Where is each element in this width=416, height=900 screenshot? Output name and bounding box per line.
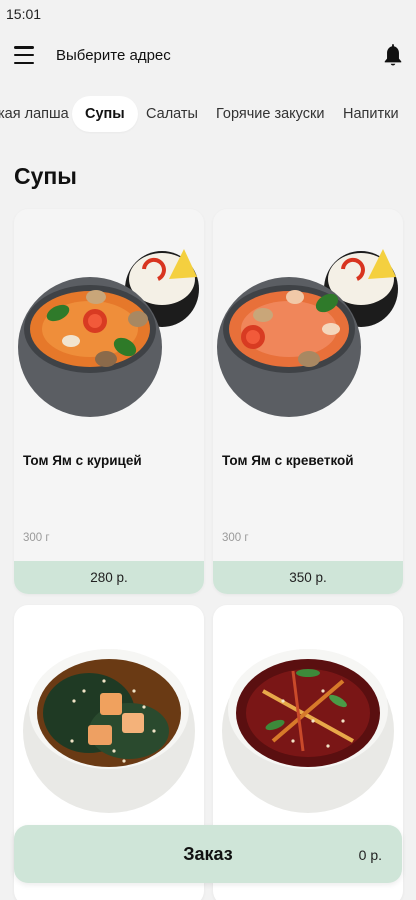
product-name: Том Ям с курицей <box>23 453 142 468</box>
tab-drinks[interactable]: Напитки <box>343 96 399 132</box>
product-card-tom-yum-shrimp[interactable]: Том Ям с креветкой 300 г 350 р. <box>213 209 403 594</box>
order-label: Заказ <box>183 844 233 864</box>
section-title: Супы <box>14 163 77 189</box>
product-card-tom-yum-chicken[interactable]: Том Ям с курицей 300 г 280 р. <box>14 209 204 594</box>
tab-soups[interactable]: Супы <box>72 96 138 132</box>
price-button[interactable]: 350 р. <box>213 561 403 594</box>
tom-yum-chicken-image <box>18 249 199 417</box>
status-bar: 15:01 <box>0 0 416 28</box>
tom-yum-shrimp-image <box>217 249 398 417</box>
address-selector[interactable]: Выберите адрес <box>56 47 171 64</box>
category-tabs: кая лапша Супы Салаты Горячие закуски На… <box>0 94 416 134</box>
order-button[interactable]: Заказ 0 р. <box>14 825 402 883</box>
status-time: 15:01 <box>6 6 42 22</box>
price-button[interactable]: 280 р. <box>14 561 204 594</box>
product-name: Том Ям с креветкой <box>222 453 354 468</box>
spicy-soup-image <box>222 649 394 813</box>
tab-noodles[interactable]: кая лапша <box>0 96 69 132</box>
miso-soup-image <box>23 649 195 813</box>
product-weight: 300 г <box>222 532 249 544</box>
tab-hot-appetizers[interactable]: Горячие закуски <box>216 96 324 132</box>
tab-salads[interactable]: Салаты <box>146 96 198 132</box>
product-weight: 300 г <box>23 532 50 544</box>
order-total: 0 р. <box>358 847 382 863</box>
app-header: Выберите адрес <box>0 38 416 74</box>
bell-icon[interactable] <box>382 42 404 68</box>
hamburger-menu-icon[interactable] <box>14 46 34 64</box>
